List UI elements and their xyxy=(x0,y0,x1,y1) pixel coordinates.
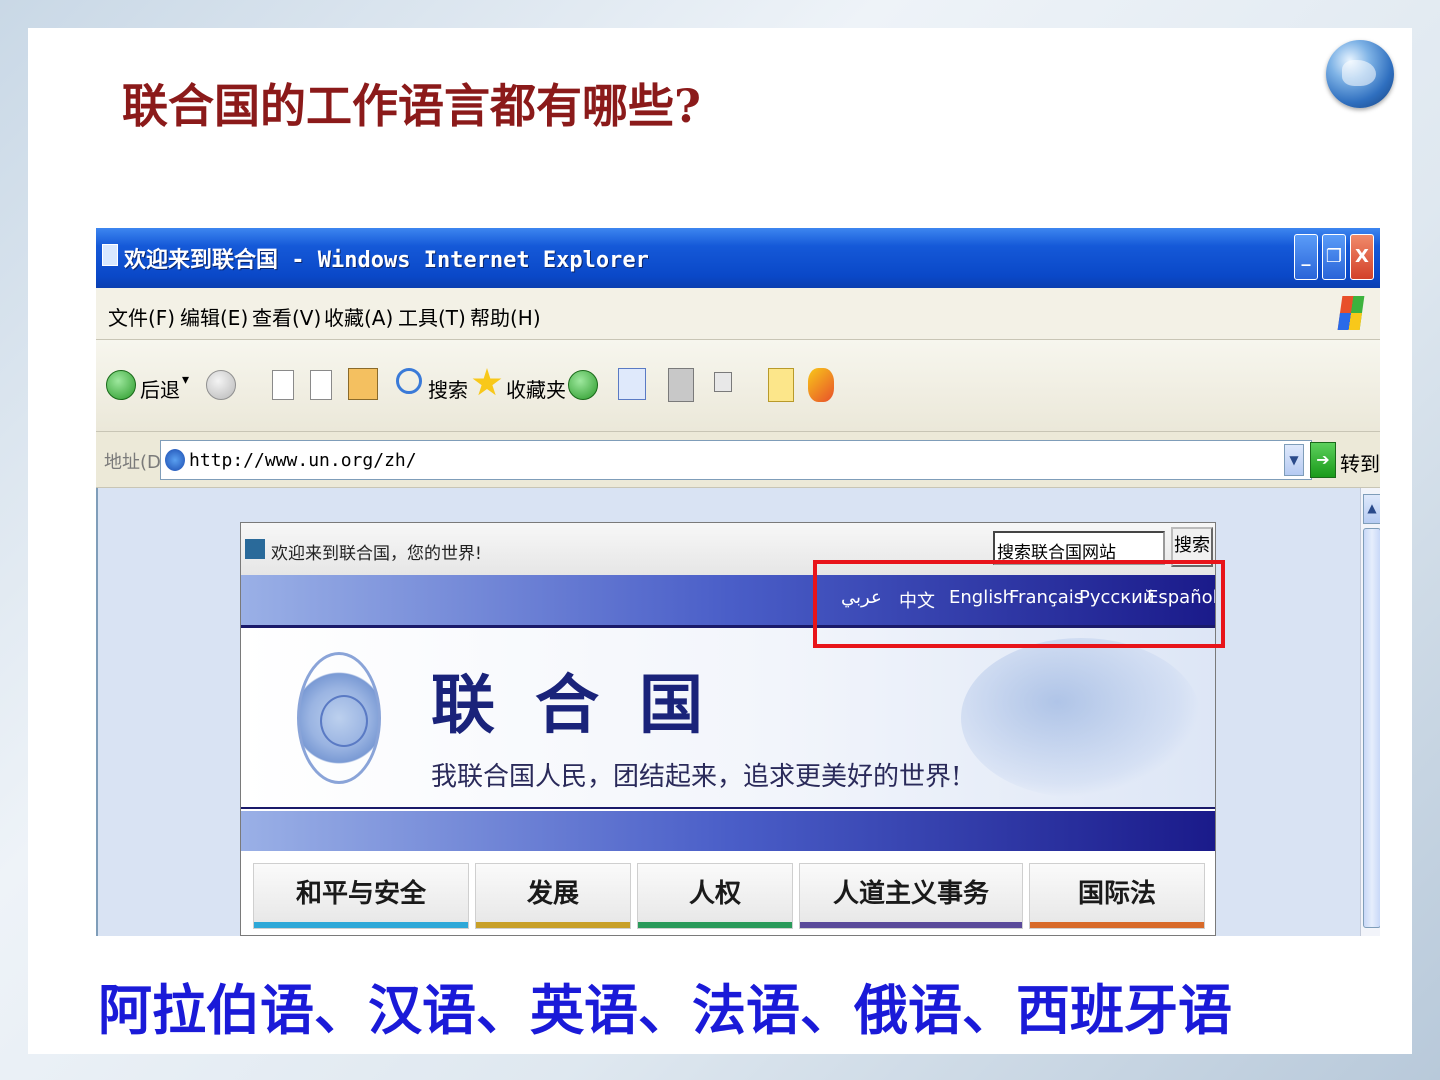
un-banner: 联合国 我联合国人民，团结起来，追求更美好的世界! xyxy=(241,625,1215,809)
globe-icon xyxy=(1326,40,1394,108)
nav-color-bar xyxy=(254,922,468,928)
nav-color-bar xyxy=(476,922,630,928)
back-button-label[interactable]: 后退 xyxy=(140,374,180,403)
favorites-star-icon[interactable] xyxy=(472,368,502,396)
window-title: 欢迎来到联合国 - Windows Internet Explorer xyxy=(124,248,649,273)
un-motto: 我联合国人民，团结起来，追求更美好的世界! xyxy=(431,762,962,792)
windows-logo-icon xyxy=(1337,296,1365,330)
messenger-icon[interactable] xyxy=(808,368,834,402)
close-button[interactable]: X xyxy=(1350,234,1374,280)
nav-development[interactable]: 发展 xyxy=(475,863,631,929)
address-label: 地址(D) xyxy=(104,452,168,473)
back-arrow-icon[interactable] xyxy=(106,370,136,400)
history-icon[interactable] xyxy=(568,370,598,400)
un-name: 联合国 xyxy=(431,669,743,743)
nav-humanitarian[interactable]: 人道主义事务 xyxy=(799,863,1023,929)
discuss-icon[interactable] xyxy=(768,368,794,402)
menu-file[interactable]: 文件(F) xyxy=(108,302,175,331)
welcome-text: 欢迎来到联合国，您的世界! xyxy=(271,544,482,564)
search-button-label[interactable]: 搜索 xyxy=(428,374,468,403)
address-dropdown-icon[interactable]: ▼ xyxy=(1284,444,1304,476)
window-titlebar[interactable]: 欢迎来到联合国 - Windows Internet Explorer _ ❐ … xyxy=(96,228,1380,288)
edit-icon[interactable] xyxy=(714,372,732,392)
refresh-icon[interactable] xyxy=(310,370,332,400)
scroll-thumb[interactable] xyxy=(1363,528,1380,928)
language-highlight-box xyxy=(813,560,1225,648)
search-icon[interactable] xyxy=(396,368,422,394)
go-arrow-icon[interactable]: ➔ xyxy=(1310,442,1336,478)
nav-color-bar xyxy=(638,922,792,928)
un-logo-icon xyxy=(245,539,265,559)
nav-band xyxy=(241,811,1215,851)
address-bar: 地址(D) http://www.un.org/zh/ ▼ ➔ 转到 xyxy=(96,432,1380,488)
print-icon[interactable] xyxy=(668,368,694,402)
menu-edit[interactable]: 编辑(E) xyxy=(180,302,248,331)
nav-label: 人权 xyxy=(688,879,741,909)
nav-peace-security[interactable]: 和平与安全 xyxy=(253,863,469,929)
back-dropdown-icon[interactable]: ▾ xyxy=(182,372,189,388)
slide-caption: 阿拉伯语、汉语、英语、法语、俄语、西班牙语 xyxy=(98,978,1232,1042)
ie-page-icon xyxy=(102,244,118,266)
home-icon[interactable] xyxy=(348,368,378,400)
nav-color-bar xyxy=(1030,922,1204,928)
go-button-label[interactable]: 转到 xyxy=(1340,448,1380,477)
minimize-button[interactable]: _ xyxy=(1294,234,1318,280)
menu-view[interactable]: 查看(V) xyxy=(252,302,321,331)
nav-label: 国际法 xyxy=(1077,879,1156,909)
address-input[interactable]: http://www.un.org/zh/ xyxy=(160,440,1312,480)
nav-label: 发展 xyxy=(526,879,579,909)
nav-human-rights[interactable]: 人权 xyxy=(637,863,793,929)
toolbar: 后退 ▾ 搜索 收藏夹 xyxy=(96,340,1380,432)
nav-label: 和平与安全 xyxy=(295,879,426,909)
mail-icon[interactable] xyxy=(618,368,646,400)
nav-color-bar xyxy=(800,922,1022,928)
menu-bar: 文件(F) 编辑(E) 查看(V) 收藏(A) 工具(T) 帮助(H) xyxy=(96,288,1380,340)
menu-favorites[interactable]: 收藏(A) xyxy=(324,302,393,331)
menu-help[interactable]: 帮助(H) xyxy=(470,302,541,331)
un-emblem-icon xyxy=(297,652,381,784)
menu-tools[interactable]: 工具(T) xyxy=(398,302,466,331)
slide-title: 联合国的工作语言都有哪些? xyxy=(122,79,701,133)
vertical-scrollbar[interactable]: ▲ xyxy=(1360,488,1380,936)
stop-icon[interactable] xyxy=(272,370,294,400)
address-url[interactable]: http://www.un.org/zh/ xyxy=(189,450,417,471)
world-map-image xyxy=(961,638,1201,798)
forward-arrow-icon[interactable] xyxy=(206,370,236,400)
page-viewport: 欢迎来到联合国，您的世界! 搜索联合国网站 搜索 عربي 中文 English… xyxy=(96,488,1380,936)
restore-button[interactable]: ❐ xyxy=(1322,234,1346,280)
nav-label: 人道主义事务 xyxy=(832,879,989,909)
scroll-up-icon[interactable]: ▲ xyxy=(1363,494,1380,524)
ie-icon xyxy=(165,449,185,471)
nav-international-law[interactable]: 国际法 xyxy=(1029,863,1205,929)
favorites-button-label[interactable]: 收藏夹 xyxy=(506,374,566,403)
